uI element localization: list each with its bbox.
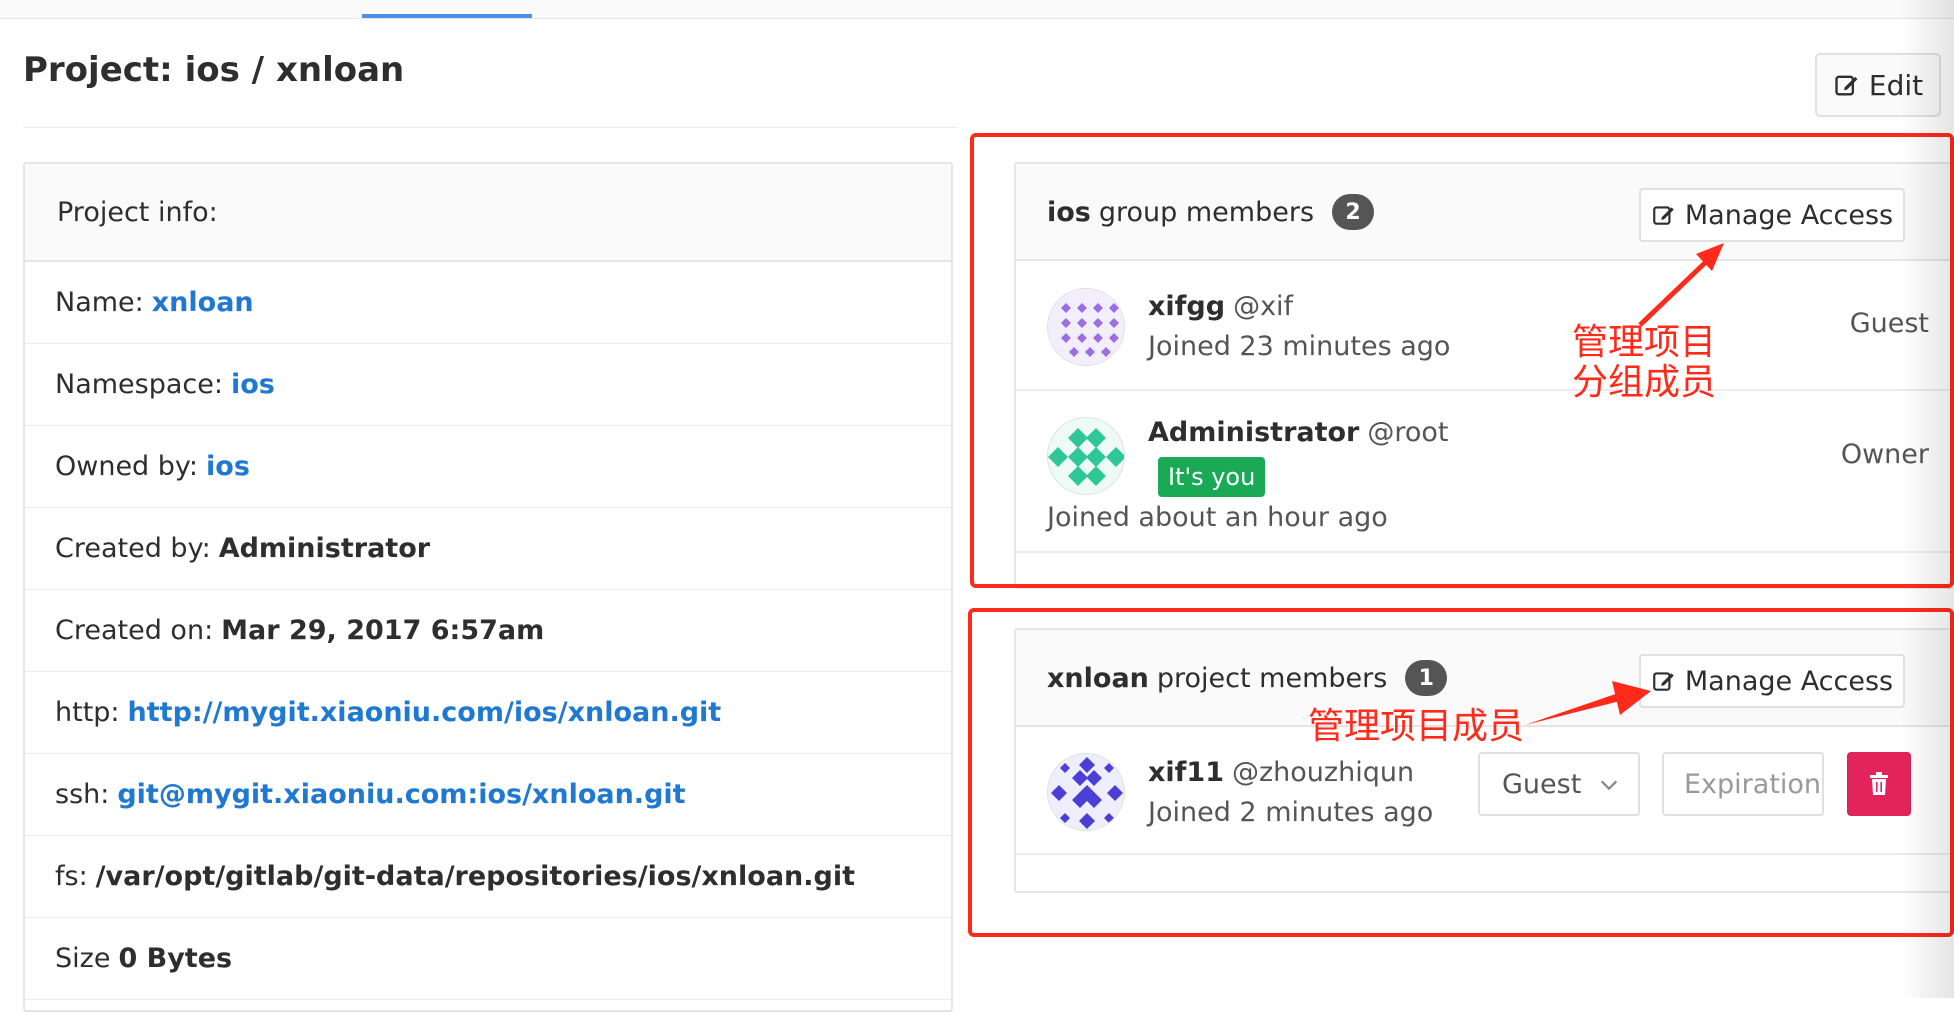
annotation-group-line2: 分组成员 — [1572, 362, 1717, 403]
annotation-arrows — [1525, 243, 1724, 725]
annotation-project: 管理项目成员 — [1308, 706, 1525, 747]
annotation-group-line1: 管理项目 — [1572, 322, 1717, 363]
arrow-to-project-manage — [1525, 681, 1651, 725]
arrow-to-group-manage — [1638, 243, 1724, 327]
